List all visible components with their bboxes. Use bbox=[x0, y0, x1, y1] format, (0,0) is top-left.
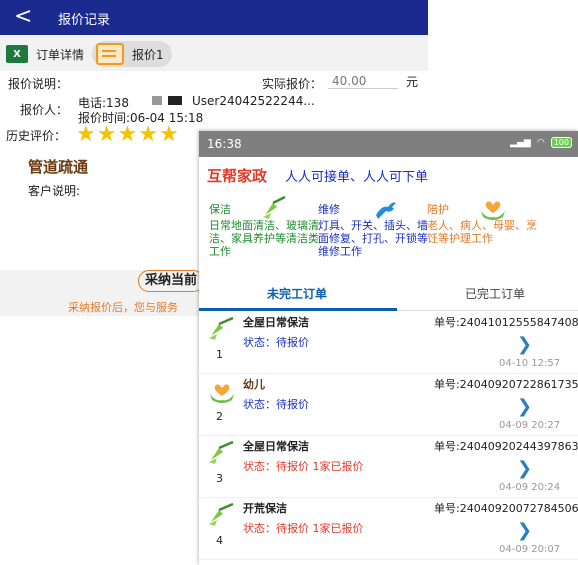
accept-note: 采纳报价后，您与服务 bbox=[68, 301, 178, 314]
order-item[interactable]: 1 全屋日常保洁 单号:24041012555847408 状态：待报价 ❯ 0… bbox=[199, 312, 578, 374]
order-list: 1 全屋日常保洁 单号:24041012555847408 状态：待报价 ❯ 0… bbox=[199, 312, 578, 560]
back-arrow-icon[interactable]: < bbox=[14, 4, 32, 30]
active-tab-indicator bbox=[199, 308, 397, 311]
order-status: 状态：待报价 1家已报价 bbox=[243, 460, 364, 473]
order-number: 单号:24040920244397863 bbox=[434, 440, 578, 453]
top-bar: < 报价记录 bbox=[0, 0, 428, 35]
tab-label: 报价1 bbox=[132, 47, 164, 62]
service-desc: 灯具、开关、插头、墙面修复、打孔、开锁等维修工作 bbox=[318, 219, 428, 258]
order-name: 开荒保洁 bbox=[243, 502, 287, 515]
chevron-right-icon[interactable]: ❯ bbox=[517, 458, 532, 479]
service-name: 维修 bbox=[318, 203, 340, 216]
app-header: 互帮家政 人人可接单、人人可下单 bbox=[199, 157, 578, 193]
order-item[interactable]: 2 幼儿 单号:24040920722861735 状态：待报价 ❯ 04-09… bbox=[199, 374, 578, 436]
actual-price-label: 实际报价： bbox=[262, 77, 323, 91]
order-list-screen: 16:38 ▂▄▆ ◠ 100 互帮家政 人人可接单、人人可下单 保洁 日常地面… bbox=[199, 131, 578, 565]
order-index: 3 bbox=[216, 472, 223, 485]
order-item[interactable]: 3 全屋日常保洁 单号:24040920244397863 状态：待报价 1家已… bbox=[199, 436, 578, 498]
service-title: 管道疏通 bbox=[28, 158, 89, 176]
status-icons: ▂▄▆ ◠ 100 bbox=[510, 137, 572, 148]
heart-hands-icon bbox=[481, 201, 505, 220]
service-desc: 老人、病人、母婴、烹饪等护理工作 bbox=[427, 219, 537, 245]
star-icon: ★ bbox=[117, 122, 139, 147]
actual-price-field[interactable]: 40.00 bbox=[328, 74, 398, 89]
quoter-label: 报价人： bbox=[20, 103, 69, 117]
order-name: 全屋日常保洁 bbox=[243, 316, 309, 329]
star-icon: ★ bbox=[138, 122, 159, 147]
order-index: 1 bbox=[216, 348, 223, 361]
currency-label: 元 bbox=[406, 75, 419, 89]
chevron-right-icon[interactable]: ❯ bbox=[517, 396, 532, 417]
tab-order-details[interactable]: X 订单详情 bbox=[6, 41, 84, 67]
order-status: 状态：待报价 1家已报价 bbox=[243, 522, 364, 535]
broom-icon bbox=[209, 316, 234, 340]
service-desc: 日常地面清洁、玻璃清洁、家具养护等清洁类工作 bbox=[209, 219, 319, 258]
service-name: 保洁 bbox=[209, 203, 231, 216]
battery-icon: 100 bbox=[550, 137, 572, 148]
tab-finished-orders[interactable]: 已完工订单 bbox=[465, 285, 525, 302]
redacted-block bbox=[152, 96, 162, 105]
history-rating-label: 历史评价： bbox=[6, 129, 67, 143]
service-name: 陪护 bbox=[427, 203, 449, 216]
order-number: 单号:24041012555847408 bbox=[434, 316, 578, 329]
star-icon: ★ bbox=[96, 122, 118, 147]
tab-label: 订单详情 bbox=[36, 47, 85, 62]
wifi-icon: ◠ bbox=[536, 137, 545, 148]
wrench-icon bbox=[376, 202, 396, 219]
chevron-right-icon[interactable]: ❯ bbox=[517, 334, 532, 355]
redacted-block bbox=[168, 96, 182, 105]
order-tabs: 未完工订单 已完工订单 bbox=[199, 277, 578, 311]
order-status: 状态：待报价 bbox=[243, 336, 309, 349]
excel-icon: X bbox=[6, 45, 28, 63]
service-care[interactable]: 陪护 老人、病人、母婴、烹饪等护理工作 bbox=[425, 195, 545, 275]
page-title: 报价记录 bbox=[58, 13, 111, 28]
accept-quote-button[interactable]: 采纳当前 bbox=[138, 270, 205, 292]
broom-icon bbox=[209, 502, 234, 526]
order-item[interactable]: 4 开荒保洁 单号:24040920072784506 状态：待报价 1家已报价… bbox=[199, 498, 578, 560]
order-time: 04-09 20:24 bbox=[499, 482, 561, 493]
order-time: 04-10 12:57 bbox=[499, 358, 561, 369]
order-status: 状态：待报价 bbox=[243, 398, 309, 411]
tab-quote-1[interactable]: 报价1 bbox=[92, 41, 172, 67]
service-cleaning[interactable]: 保洁 日常地面清洁、玻璃清洁、家具养护等清洁类工作 bbox=[207, 195, 327, 275]
status-time: 16:38 bbox=[207, 137, 242, 151]
status-bar: 16:38 ▂▄▆ ◠ 100 bbox=[199, 131, 578, 157]
star-icon: ★ bbox=[76, 122, 97, 147]
rating-stars: ★★★★★ bbox=[76, 124, 180, 146]
app-slogan: 人人可接单、人人可下单 bbox=[285, 170, 429, 185]
quote-desc-label: 报价说明： bbox=[8, 77, 69, 91]
order-number: 单号:24040920072784506 bbox=[434, 502, 578, 515]
order-index: 4 bbox=[216, 534, 223, 547]
app-brand: 互帮家政 bbox=[207, 167, 268, 185]
signal-icon: ▂▄▆ bbox=[510, 137, 531, 148]
heart-hands-icon bbox=[210, 384, 234, 403]
tab-unfinished-orders[interactable]: 未完工订单 bbox=[267, 285, 327, 302]
broom-icon bbox=[263, 195, 286, 219]
order-time: 04-09 20:07 bbox=[499, 544, 561, 555]
chevron-right-icon[interactable]: ❯ bbox=[517, 520, 532, 541]
customer-desc-label: 客户说明: bbox=[28, 184, 81, 198]
order-name: 全屋日常保洁 bbox=[243, 440, 309, 453]
order-name: 幼儿 bbox=[243, 378, 265, 391]
broom-icon bbox=[209, 440, 234, 464]
order-number: 单号:24040920722861735 bbox=[434, 378, 578, 391]
tab-bar: X 订单详情 报价1 bbox=[0, 35, 428, 71]
order-index: 2 bbox=[216, 410, 223, 423]
quoter-user: User24042522244... bbox=[192, 94, 315, 108]
order-time: 04-09 20:27 bbox=[499, 420, 561, 431]
star-icon: ★ bbox=[158, 122, 180, 147]
quote-icon bbox=[96, 43, 124, 65]
service-repair[interactable]: 维修 灯具、开关、插头、墙面修复、打孔、开锁等维修工作 bbox=[316, 195, 436, 275]
